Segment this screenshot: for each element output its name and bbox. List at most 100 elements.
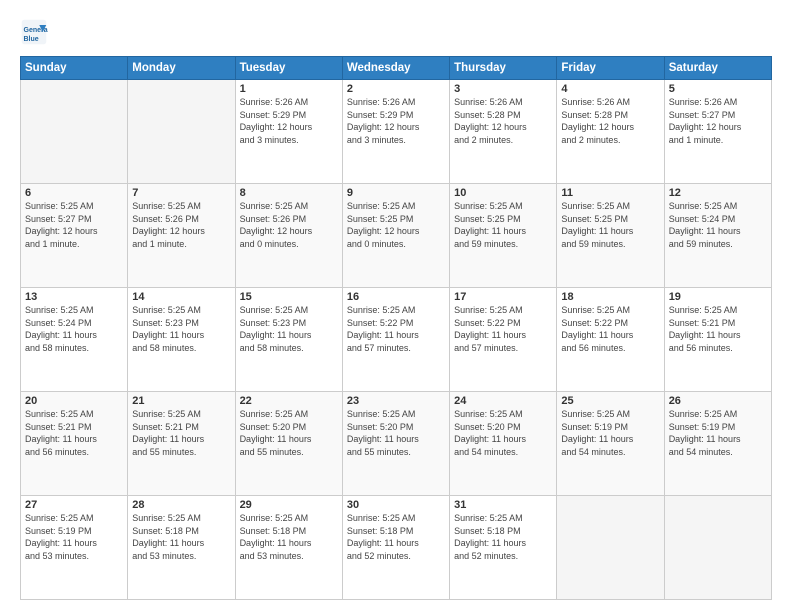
calendar-week-3: 13Sunrise: 5:25 AM Sunset: 5:24 PM Dayli… — [21, 288, 772, 392]
calendar-cell: 2Sunrise: 5:26 AM Sunset: 5:29 PM Daylig… — [342, 80, 449, 184]
day-detail: Sunrise: 5:26 AM Sunset: 5:28 PM Dayligh… — [561, 96, 659, 146]
calendar-cell: 1Sunrise: 5:26 AM Sunset: 5:29 PM Daylig… — [235, 80, 342, 184]
day-number: 31 — [454, 499, 552, 511]
header: General Blue — [20, 18, 772, 46]
day-detail: Sunrise: 5:25 AM Sunset: 5:18 PM Dayligh… — [240, 512, 338, 562]
day-detail: Sunrise: 5:25 AM Sunset: 5:25 PM Dayligh… — [561, 200, 659, 250]
calendar-cell: 18Sunrise: 5:25 AM Sunset: 5:22 PM Dayli… — [557, 288, 664, 392]
calendar-cell: 9Sunrise: 5:25 AM Sunset: 5:25 PM Daylig… — [342, 184, 449, 288]
calendar-cell — [664, 496, 771, 600]
calendar-cell: 10Sunrise: 5:25 AM Sunset: 5:25 PM Dayli… — [450, 184, 557, 288]
day-detail: Sunrise: 5:25 AM Sunset: 5:21 PM Dayligh… — [669, 304, 767, 354]
calendar-cell: 4Sunrise: 5:26 AM Sunset: 5:28 PM Daylig… — [557, 80, 664, 184]
day-number: 14 — [132, 291, 230, 303]
day-number: 2 — [347, 83, 445, 95]
day-detail: Sunrise: 5:25 AM Sunset: 5:18 PM Dayligh… — [132, 512, 230, 562]
day-detail: Sunrise: 5:26 AM Sunset: 5:29 PM Dayligh… — [240, 96, 338, 146]
weekday-header-tuesday: Tuesday — [235, 57, 342, 80]
weekday-header-wednesday: Wednesday — [342, 57, 449, 80]
day-number: 15 — [240, 291, 338, 303]
calendar-cell: 29Sunrise: 5:25 AM Sunset: 5:18 PM Dayli… — [235, 496, 342, 600]
day-number: 27 — [25, 499, 123, 511]
day-number: 13 — [25, 291, 123, 303]
calendar-cell: 28Sunrise: 5:25 AM Sunset: 5:18 PM Dayli… — [128, 496, 235, 600]
day-number: 9 — [347, 187, 445, 199]
day-detail: Sunrise: 5:25 AM Sunset: 5:24 PM Dayligh… — [669, 200, 767, 250]
day-number: 28 — [132, 499, 230, 511]
calendar-cell: 17Sunrise: 5:25 AM Sunset: 5:22 PM Dayli… — [450, 288, 557, 392]
calendar-cell: 14Sunrise: 5:25 AM Sunset: 5:23 PM Dayli… — [128, 288, 235, 392]
weekday-header-saturday: Saturday — [664, 57, 771, 80]
calendar-cell: 22Sunrise: 5:25 AM Sunset: 5:20 PM Dayli… — [235, 392, 342, 496]
day-detail: Sunrise: 5:25 AM Sunset: 5:27 PM Dayligh… — [25, 200, 123, 250]
day-number: 25 — [561, 395, 659, 407]
day-detail: Sunrise: 5:26 AM Sunset: 5:28 PM Dayligh… — [454, 96, 552, 146]
day-number: 20 — [25, 395, 123, 407]
calendar-cell: 24Sunrise: 5:25 AM Sunset: 5:20 PM Dayli… — [450, 392, 557, 496]
calendar-cell: 15Sunrise: 5:25 AM Sunset: 5:23 PM Dayli… — [235, 288, 342, 392]
calendar-cell: 30Sunrise: 5:25 AM Sunset: 5:18 PM Dayli… — [342, 496, 449, 600]
calendar-cell: 13Sunrise: 5:25 AM Sunset: 5:24 PM Dayli… — [21, 288, 128, 392]
day-number: 4 — [561, 83, 659, 95]
calendar-cell — [557, 496, 664, 600]
calendar-cell — [21, 80, 128, 184]
day-number: 17 — [454, 291, 552, 303]
calendar-cell: 5Sunrise: 5:26 AM Sunset: 5:27 PM Daylig… — [664, 80, 771, 184]
day-number: 22 — [240, 395, 338, 407]
day-detail: Sunrise: 5:25 AM Sunset: 5:23 PM Dayligh… — [132, 304, 230, 354]
day-detail: Sunrise: 5:25 AM Sunset: 5:19 PM Dayligh… — [669, 408, 767, 458]
weekday-header-monday: Monday — [128, 57, 235, 80]
day-detail: Sunrise: 5:25 AM Sunset: 5:19 PM Dayligh… — [561, 408, 659, 458]
calendar-cell: 26Sunrise: 5:25 AM Sunset: 5:19 PM Dayli… — [664, 392, 771, 496]
logo-icon: General Blue — [20, 18, 48, 46]
calendar-cell: 27Sunrise: 5:25 AM Sunset: 5:19 PM Dayli… — [21, 496, 128, 600]
calendar-cell: 20Sunrise: 5:25 AM Sunset: 5:21 PM Dayli… — [21, 392, 128, 496]
day-detail: Sunrise: 5:25 AM Sunset: 5:21 PM Dayligh… — [132, 408, 230, 458]
day-detail: Sunrise: 5:25 AM Sunset: 5:26 PM Dayligh… — [240, 200, 338, 250]
calendar-cell: 21Sunrise: 5:25 AM Sunset: 5:21 PM Dayli… — [128, 392, 235, 496]
calendar-cell: 7Sunrise: 5:25 AM Sunset: 5:26 PM Daylig… — [128, 184, 235, 288]
day-number: 29 — [240, 499, 338, 511]
day-number: 6 — [25, 187, 123, 199]
calendar-week-4: 20Sunrise: 5:25 AM Sunset: 5:21 PM Dayli… — [21, 392, 772, 496]
day-number: 19 — [669, 291, 767, 303]
page: General Blue SundayMondayTuesdayWednesda… — [0, 0, 792, 612]
calendar-cell: 11Sunrise: 5:25 AM Sunset: 5:25 PM Dayli… — [557, 184, 664, 288]
calendar-week-5: 27Sunrise: 5:25 AM Sunset: 5:19 PM Dayli… — [21, 496, 772, 600]
day-detail: Sunrise: 5:25 AM Sunset: 5:22 PM Dayligh… — [454, 304, 552, 354]
day-number: 10 — [454, 187, 552, 199]
calendar-cell: 12Sunrise: 5:25 AM Sunset: 5:24 PM Dayli… — [664, 184, 771, 288]
day-detail: Sunrise: 5:26 AM Sunset: 5:29 PM Dayligh… — [347, 96, 445, 146]
day-detail: Sunrise: 5:25 AM Sunset: 5:22 PM Dayligh… — [347, 304, 445, 354]
calendar-cell: 19Sunrise: 5:25 AM Sunset: 5:21 PM Dayli… — [664, 288, 771, 392]
day-number: 23 — [347, 395, 445, 407]
calendar-table: SundayMondayTuesdayWednesdayThursdayFrid… — [20, 56, 772, 600]
calendar-cell: 8Sunrise: 5:25 AM Sunset: 5:26 PM Daylig… — [235, 184, 342, 288]
day-number: 21 — [132, 395, 230, 407]
day-number: 24 — [454, 395, 552, 407]
weekday-header-friday: Friday — [557, 57, 664, 80]
calendar-cell: 25Sunrise: 5:25 AM Sunset: 5:19 PM Dayli… — [557, 392, 664, 496]
day-number: 5 — [669, 83, 767, 95]
weekday-header-row: SundayMondayTuesdayWednesdayThursdayFrid… — [21, 57, 772, 80]
day-detail: Sunrise: 5:25 AM Sunset: 5:20 PM Dayligh… — [454, 408, 552, 458]
day-number: 26 — [669, 395, 767, 407]
day-detail: Sunrise: 5:25 AM Sunset: 5:21 PM Dayligh… — [25, 408, 123, 458]
calendar-cell: 16Sunrise: 5:25 AM Sunset: 5:22 PM Dayli… — [342, 288, 449, 392]
svg-text:Blue: Blue — [24, 36, 39, 43]
day-detail: Sunrise: 5:25 AM Sunset: 5:23 PM Dayligh… — [240, 304, 338, 354]
day-number: 7 — [132, 187, 230, 199]
calendar-cell: 31Sunrise: 5:25 AM Sunset: 5:18 PM Dayli… — [450, 496, 557, 600]
day-detail: Sunrise: 5:26 AM Sunset: 5:27 PM Dayligh… — [669, 96, 767, 146]
day-detail: Sunrise: 5:25 AM Sunset: 5:20 PM Dayligh… — [240, 408, 338, 458]
calendar-cell — [128, 80, 235, 184]
weekday-header-sunday: Sunday — [21, 57, 128, 80]
day-detail: Sunrise: 5:25 AM Sunset: 5:22 PM Dayligh… — [561, 304, 659, 354]
day-number: 3 — [454, 83, 552, 95]
day-number: 11 — [561, 187, 659, 199]
calendar-week-1: 1Sunrise: 5:26 AM Sunset: 5:29 PM Daylig… — [21, 80, 772, 184]
day-detail: Sunrise: 5:25 AM Sunset: 5:19 PM Dayligh… — [25, 512, 123, 562]
day-detail: Sunrise: 5:25 AM Sunset: 5:25 PM Dayligh… — [454, 200, 552, 250]
calendar-cell: 23Sunrise: 5:25 AM Sunset: 5:20 PM Dayli… — [342, 392, 449, 496]
day-number: 12 — [669, 187, 767, 199]
